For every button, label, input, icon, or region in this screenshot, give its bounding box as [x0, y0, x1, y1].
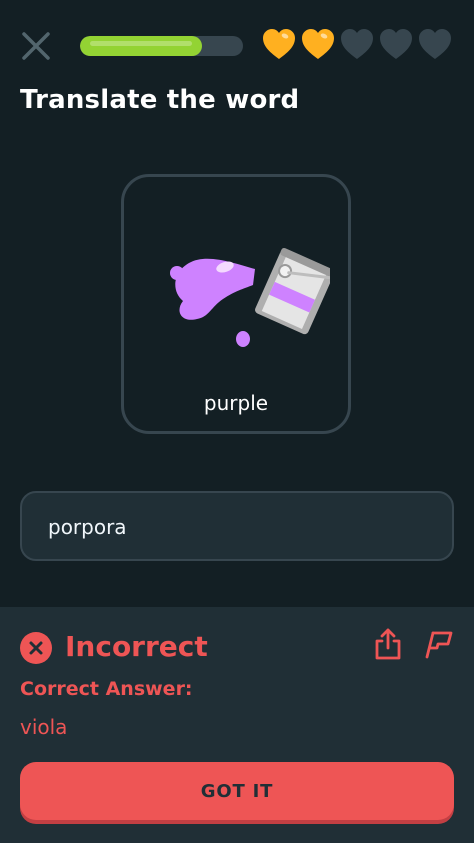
- heart-empty-icon: [378, 26, 414, 62]
- paint-bucket-icon: [170, 247, 330, 347]
- correct-answer-value: viola: [20, 715, 68, 739]
- progress-fill: [80, 36, 203, 56]
- feedback-panel: Incorrect Correct Answer: viola GOT IT: [0, 607, 474, 843]
- heart-icon: [261, 26, 297, 62]
- card-word: purple: [203, 391, 269, 415]
- feedback-heading: Incorrect: [65, 630, 208, 663]
- share-icon: [375, 628, 401, 660]
- top-bar: [0, 24, 474, 68]
- x-circle-icon: [20, 632, 52, 664]
- got-it-button[interactable]: GOT IT: [20, 762, 454, 820]
- answer-text: porpora: [48, 515, 127, 539]
- heart-empty-icon: [417, 26, 453, 62]
- word-card: purple: [121, 174, 351, 434]
- page-title: Translate the word: [20, 85, 300, 115]
- correct-answer-label: Correct Answer:: [20, 678, 193, 700]
- heart-icon: [300, 26, 336, 62]
- report-button[interactable]: [424, 627, 454, 661]
- flag-icon: [425, 631, 453, 659]
- heart-empty-icon: [339, 26, 375, 62]
- close-button[interactable]: [18, 28, 54, 64]
- progress-bar: [80, 36, 243, 56]
- share-button[interactable]: [373, 627, 403, 661]
- close-icon: [22, 32, 50, 60]
- answer-input[interactable]: porpora: [20, 491, 454, 561]
